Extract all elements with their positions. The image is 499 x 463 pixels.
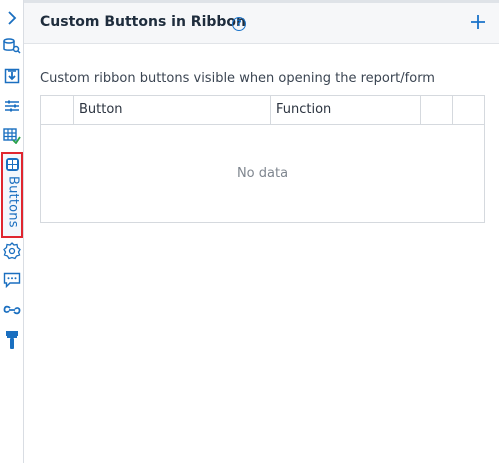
table-check-icon[interactable] xyxy=(2,126,22,146)
sliders-icon[interactable] xyxy=(2,96,22,116)
vertical-toolbar: Buttons xyxy=(0,0,24,463)
download-icon[interactable] xyxy=(2,66,22,86)
panel-title: Custom Buttons in Ribbon xyxy=(40,14,247,30)
question-circle-icon[interactable]: ? xyxy=(232,17,246,31)
panel-header: Custom Buttons in Ribbon ? xyxy=(24,0,499,44)
grid-button-icon xyxy=(6,158,19,171)
column-header-button[interactable]: Button xyxy=(74,96,271,124)
column-header-select[interactable] xyxy=(41,96,74,124)
column-header-edit[interactable] xyxy=(421,96,453,124)
sidebar-item-buttons[interactable]: Buttons xyxy=(1,152,23,238)
link-icon[interactable] xyxy=(2,300,22,320)
plus-icon xyxy=(471,15,485,29)
database-search-icon[interactable] xyxy=(2,36,22,56)
custom-buttons-table: Button Function No data xyxy=(40,95,485,223)
sidebar-item-label: Buttons xyxy=(5,176,21,228)
empty-state-text: No data xyxy=(236,165,289,181)
add-button[interactable] xyxy=(468,9,488,35)
gear-icon[interactable] xyxy=(2,241,22,261)
column-header-delete[interactable] xyxy=(453,96,484,124)
paint-roller-icon[interactable] xyxy=(2,330,22,350)
panel-description: Custom ribbon buttons visible when openi… xyxy=(40,71,435,86)
table-header: Button Function xyxy=(41,96,484,125)
column-header-function[interactable]: Function xyxy=(271,96,421,124)
chevron-right-icon[interactable] xyxy=(2,8,22,28)
chat-bubble-icon[interactable] xyxy=(2,270,22,290)
